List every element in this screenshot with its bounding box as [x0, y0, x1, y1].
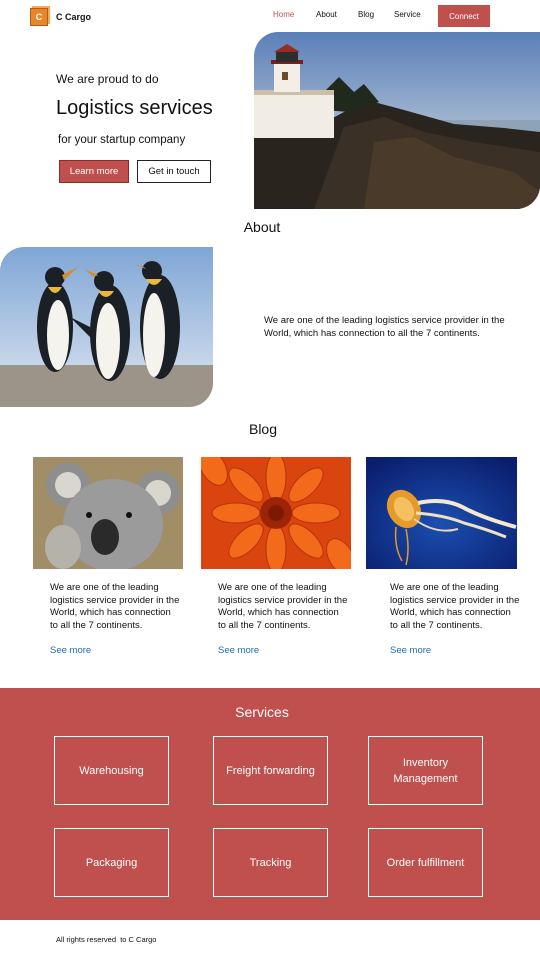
nav-item-blog[interactable]: Blog	[358, 10, 374, 19]
see-more-link[interactable]: See more	[50, 645, 91, 656]
cube-icon: C	[30, 8, 48, 26]
brand-logo[interactable]: C C Cargo	[30, 8, 91, 26]
blog-post-text: We are one of the leading logistics serv…	[218, 582, 348, 632]
hero-title: Logistics services	[56, 97, 213, 119]
hero-intro: We are proud to do	[56, 72, 159, 86]
service-warehousing[interactable]: Warehousing	[54, 736, 169, 805]
brand-name: C Cargo	[56, 12, 92, 22]
learn-more-button[interactable]: Learn more	[59, 160, 129, 183]
blog-card: We are one of the leading logistics serv…	[33, 457, 183, 656]
blog-heading: Blog	[248, 421, 278, 437]
blog-post-text: We are one of the leading logistics serv…	[390, 582, 520, 632]
jellyfish-image[interactable]	[366, 457, 517, 569]
lighthouse-image	[254, 32, 540, 209]
service-tracking[interactable]: Tracking	[213, 828, 328, 897]
see-more-link[interactable]: See more	[218, 645, 259, 656]
footer-copyright: All rights reserved to C Cargo	[56, 935, 157, 944]
services-section: Services Warehousing Freight forwarding …	[0, 688, 540, 920]
nav-item-service[interactable]: Service	[394, 10, 421, 19]
nav-item-home[interactable]: Home	[273, 10, 294, 19]
service-order-fulfillment[interactable]: Order fulfillment	[368, 828, 483, 897]
blog-card: We are one of the leading logistics serv…	[366, 457, 519, 656]
get-in-touch-button[interactable]: Get in touch	[137, 160, 211, 183]
flower-image[interactable]	[201, 457, 351, 569]
see-more-link[interactable]: See more	[390, 645, 431, 656]
nav-item-about[interactable]: About	[316, 10, 337, 19]
about-text: We are one of the leading logistics serv…	[264, 315, 505, 339]
hero-subtitle: for your startup company	[58, 134, 186, 146]
services-heading: Services	[235, 704, 289, 720]
blog-post-text: We are one of the leading logistics serv…	[50, 582, 180, 632]
blog-card: We are one of the leading logistics serv…	[201, 457, 351, 656]
koala-image[interactable]	[33, 457, 183, 569]
service-freight-forwarding[interactable]: Freight forwarding	[213, 736, 328, 805]
service-packaging[interactable]: Packaging	[54, 828, 169, 897]
about-heading: About	[243, 219, 281, 235]
service-inventory-management[interactable]: Inventory Management	[368, 736, 483, 805]
penguins-image	[0, 247, 213, 407]
connect-button[interactable]: Connect	[438, 5, 490, 27]
